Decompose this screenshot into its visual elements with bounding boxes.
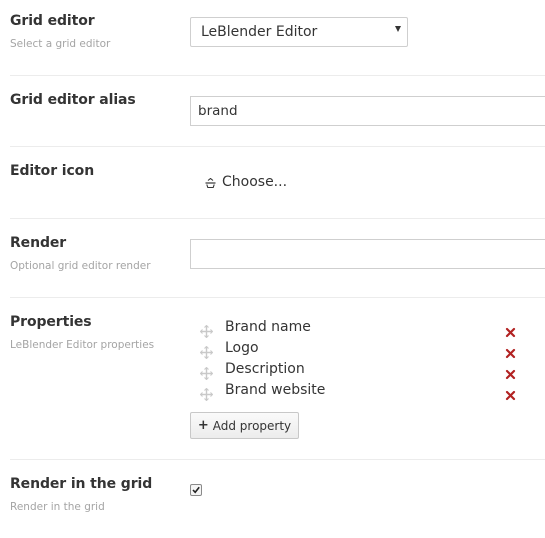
render-in-grid-description: Render in the grid — [10, 501, 105, 513]
render-label: Render — [10, 235, 67, 251]
plus-icon: + — [197, 418, 209, 433]
property-item: Brand website — [199, 382, 520, 402]
drag-handle-icon[interactable] — [199, 323, 214, 339]
dropdown-arrow-icon — [395, 26, 401, 32]
divider — [10, 218, 545, 219]
render-in-grid-checkbox[interactable] — [190, 484, 202, 496]
remove-icon[interactable] — [505, 344, 516, 359]
property-item: Description — [199, 361, 520, 381]
add-property-button[interactable]: + Add property — [190, 412, 299, 439]
checkmark-icon — [192, 486, 200, 494]
remove-icon[interactable] — [505, 323, 516, 338]
property-name[interactable]: Brand website — [225, 382, 325, 398]
property-item: Brand name — [199, 319, 520, 339]
render-in-grid-label: Render in the grid — [10, 476, 153, 492]
editor-icon-label: Editor icon — [10, 163, 95, 179]
property-name[interactable]: Description — [225, 361, 305, 377]
grid-editor-description: Select a grid editor — [10, 38, 111, 50]
remove-icon[interactable] — [505, 365, 516, 380]
drag-handle-icon[interactable] — [199, 386, 214, 402]
remove-icon[interactable] — [505, 386, 516, 401]
grid-editor-label: Grid editor — [10, 13, 95, 29]
alias-label: Grid editor alias — [10, 92, 136, 108]
divider — [10, 459, 545, 460]
choose-icon — [205, 177, 216, 188]
grid-editor-selected-value: LeBlender Editor — [201, 24, 318, 40]
property-name[interactable]: Logo — [225, 340, 259, 356]
choose-label: Choose... — [222, 174, 288, 190]
alias-input[interactable] — [190, 96, 545, 126]
property-name[interactable]: Brand name — [225, 319, 311, 335]
drag-handle-icon[interactable] — [199, 344, 214, 360]
grid-editor-select[interactable]: LeBlender Editor — [190, 17, 408, 47]
add-property-label: Add property — [212, 418, 292, 433]
divider — [10, 297, 545, 298]
render-description: Optional grid editor render — [10, 260, 151, 272]
drag-handle-icon[interactable] — [199, 365, 214, 381]
choose-icon-link[interactable]: Choose... — [205, 174, 287, 190]
divider — [10, 75, 545, 76]
render-input[interactable] — [190, 239, 545, 269]
divider — [10, 146, 545, 147]
property-item: Logo — [199, 340, 520, 360]
properties-label: Properties — [10, 314, 92, 330]
properties-description: LeBlender Editor properties — [10, 339, 155, 351]
